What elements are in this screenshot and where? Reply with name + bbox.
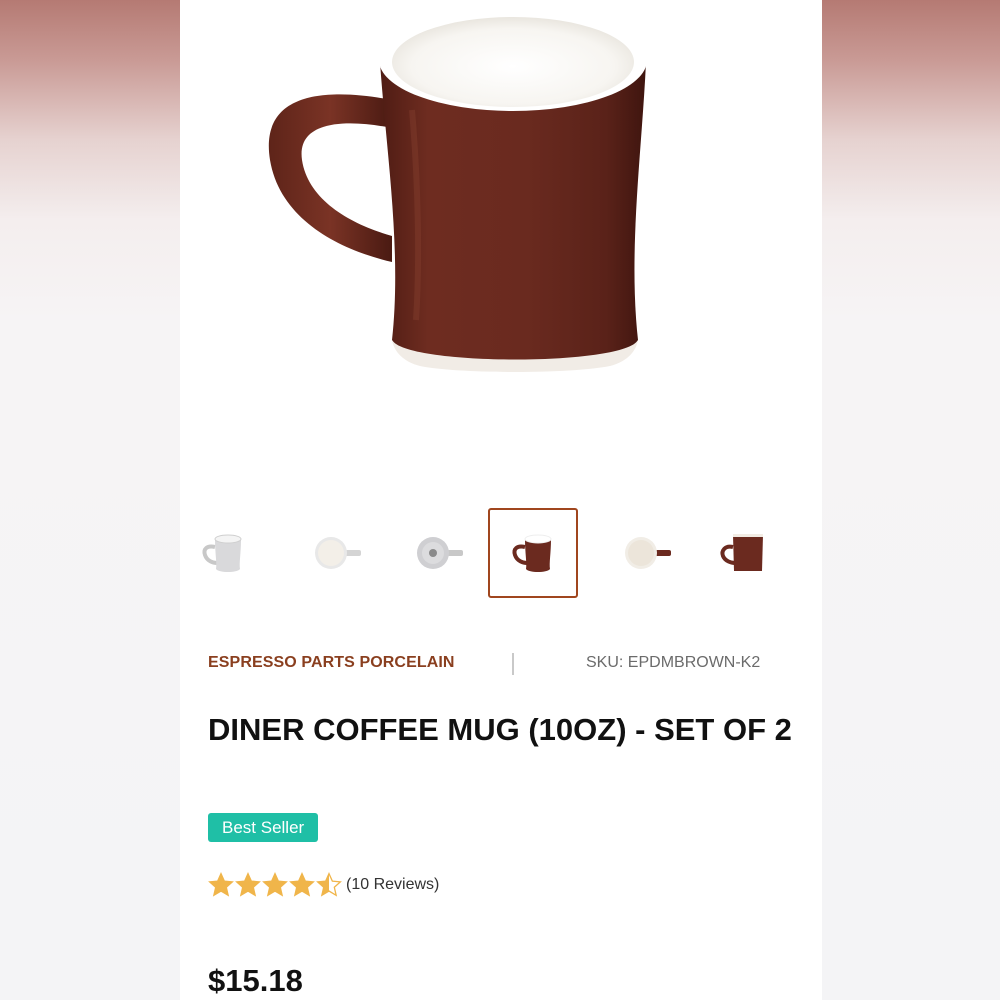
product-rating: (10 Reviews) — [208, 870, 439, 900]
star-rating[interactable] — [208, 872, 343, 898]
best-seller-badge: Best Seller — [208, 813, 319, 842]
meta-divider — [512, 653, 514, 675]
white-mug-bottom-icon — [417, 537, 463, 569]
brown-mug-partial-icon — [805, 523, 822, 583]
thumbnail-strip — [180, 508, 822, 602]
thumbnail-4-selected[interactable] — [488, 508, 578, 598]
thumbnail-5[interactable] — [598, 508, 688, 598]
brown-mug-side-icon — [512, 534, 552, 572]
star-full-icon — [289, 872, 315, 897]
brown-mug-image — [268, 9, 647, 372]
thumbnail-7[interactable] — [790, 508, 822, 598]
sku-text: SKU: EPDMBROWN-K2 — [586, 654, 761, 671]
product-title: DINER COFFEE MUG (10OZ) - SET OF 2 — [208, 712, 792, 747]
reviews-link[interactable]: (10 Reviews) — [346, 876, 439, 894]
thumbnail-2[interactable] — [288, 508, 378, 598]
star-full-icon — [262, 872, 288, 897]
product-page: ESPRESSO PARTS PORCELAIN SKU: EPDMBROWN-… — [180, 0, 822, 1000]
product-meta-row: ESPRESSO PARTS PORCELAIN SKU: EPDMBROWN-… — [208, 653, 798, 678]
star-half-icon — [316, 872, 342, 897]
brown-mug-top-icon — [625, 537, 671, 569]
brand-link[interactable]: ESPRESSO PARTS PORCELAIN — [208, 654, 455, 672]
brown-mug-front-icon — [720, 534, 763, 571]
thumbnail-1[interactable] — [180, 508, 268, 598]
thumbnail-3[interactable] — [390, 508, 480, 598]
white-mug-top-icon — [315, 537, 361, 569]
product-main-image[interactable] — [180, 0, 822, 470]
thumbnail-6[interactable] — [700, 508, 790, 598]
product-price: $15.18 — [208, 963, 303, 998]
star-full-icon — [208, 872, 234, 897]
star-full-icon — [235, 872, 261, 897]
white-mug-side-icon — [202, 534, 242, 572]
